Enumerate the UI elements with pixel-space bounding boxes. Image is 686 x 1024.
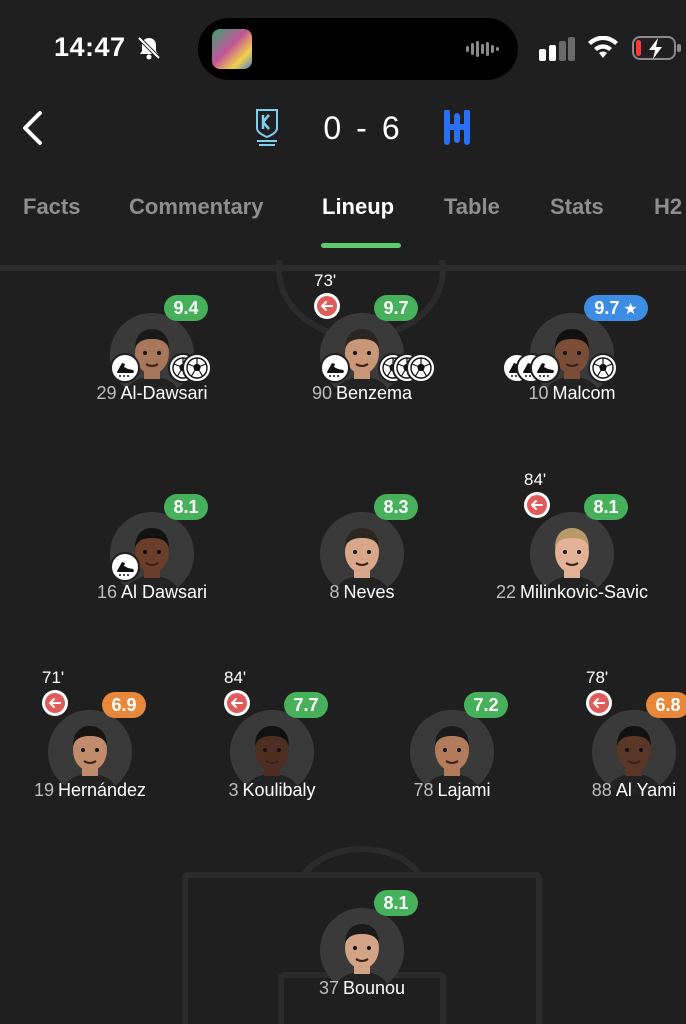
player-number: 88 [591,780,612,800]
tab-h2h[interactable]: H2 [654,194,682,220]
substitution-time: 71' [42,668,65,687]
player-name-label: 10 Malcom [432,383,686,404]
player-rating: 8.3 [374,494,418,520]
bell-slash-icon [137,36,161,60]
player-number: 78 [413,780,434,800]
dynamic-island[interactable] [198,18,518,80]
player-rating: 9.7 [374,295,418,321]
boot-icon [320,353,350,383]
battery-charging-icon [632,36,681,60]
player-rating-value: 8.1 [173,497,199,517]
arrow-left-icon [42,690,68,716]
arrow-left-icon [524,492,550,518]
player-name: Al Yami [615,780,677,800]
tab-stats[interactable]: Stats [550,194,604,220]
away-score: 6 [381,110,401,146]
match-tabs: Facts Commentary Lineup Table Stats H2 [0,190,686,250]
player-number: 10 [528,383,549,403]
player-name: Malcom [552,383,616,403]
player-rating-value: 9.4 [173,298,199,318]
player-rating: 9.4 [164,295,208,321]
player-name: Neves [343,582,395,602]
player-name: Koulibaly [242,780,316,800]
arrow-left-icon [586,690,612,716]
player-name-label: 22 Milinkovic-Savic [432,582,686,603]
player-rating: 8.1 [374,890,418,916]
player-rating-value: 8.3 [383,497,409,517]
player-rating-value: 9.7 [383,298,409,318]
player-name: Al Dawsari [121,582,208,602]
player-milinkovic-savic[interactable]: 8.1 84' 22 Milinkovic-Savic [472,470,672,622]
boot-icon [530,353,560,383]
player-rating: 8.1 [584,494,628,520]
football-icon [182,353,212,383]
active-tab-indicator [321,243,401,248]
now-playing-artwork [212,29,252,69]
home-team-logo-icon[interactable] [254,108,280,148]
football-icon [588,353,618,383]
player-number: 37 [318,978,339,998]
player-number: 8 [329,582,340,602]
player-name-label: 88 Al Yami [494,780,686,801]
player-name-label: 37 Bounou [222,978,502,999]
substitution-time: 78' [586,668,609,687]
player-rating-value: 7.7 [293,695,319,715]
tab-lineup[interactable]: Lineup [322,194,394,220]
arrow-left-icon [314,293,340,319]
player-name: Lajami [437,780,491,800]
boot-icon [110,552,140,582]
player-rating: 6.9 [102,692,146,718]
match-score: 0-6 [300,110,424,147]
player-bounou[interactable]: 8.1 37 Bounou [262,888,462,1018]
substitution-time: 73' [314,271,337,290]
player-number: 3 [228,780,239,800]
wifi-icon [588,36,618,58]
player-name: Milinkovic-Savic [520,582,649,602]
star-icon: ★ [623,301,638,318]
status-time: 14:47 [54,32,126,62]
player-malcom[interactable]: 9.7 ★ 10 Malcom [472,293,672,423]
player-name: Benzema [335,383,413,403]
player-rating: 7.2 [464,692,508,718]
boot-icon [110,353,140,383]
player-name: Al-Dawsari [120,383,208,403]
arrow-left-icon [224,690,250,716]
player-rating-value: 7.2 [473,695,499,715]
player-rating-value: 8.1 [593,497,619,517]
player-rating: 8.1 [164,494,208,520]
player-rating-value: 6.8 [655,695,681,715]
tab-facts[interactable]: Facts [23,194,80,220]
player-rating-value: 6.9 [111,695,137,715]
player-name: Bounou [342,978,406,998]
home-score: 0 [323,110,343,146]
score-separator: - [356,110,368,146]
tab-table[interactable]: Table [444,194,500,220]
substitution-time: 84' [224,668,247,687]
player-number: 19 [33,780,54,800]
match-lineup-screen: 14:47 0 - 6 Facts Commentary Lineup Tabl… [0,0,686,1024]
away-team-logo-icon[interactable] [441,110,473,146]
tab-commentary[interactable]: Commentary [129,194,263,220]
audio-wave-icon [466,41,499,57]
substitution-time: 84' [524,470,547,489]
player-rating: 7.7 [284,692,328,718]
player-rating-value: 8.1 [383,893,409,913]
player-number: 29 [96,383,117,403]
player-number: 90 [311,383,332,403]
player-rating: 6.8 [646,692,686,718]
player-number: 16 [96,582,117,602]
player-number: 22 [495,582,516,602]
player-rating-value: 9.7 [594,298,620,318]
football-icon [406,353,436,383]
player-rating: 9.7 ★ [584,295,648,321]
player-al-yami[interactable]: 6.8 78' 88 Al Yami [534,668,686,820]
cellular-signal-icon [539,37,575,61]
back-chevron-icon[interactable] [20,110,46,146]
pitch-halfway-line [0,265,686,271]
